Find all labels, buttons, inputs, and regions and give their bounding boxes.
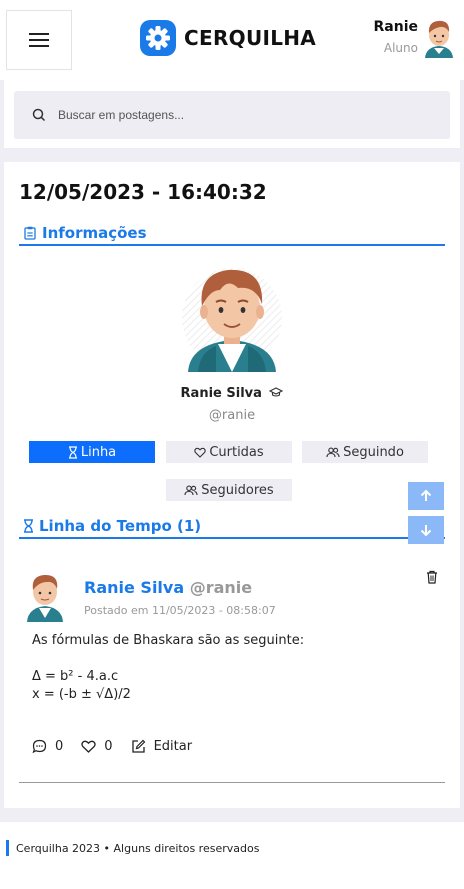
post-author-handle[interactable]: @ranie — [190, 578, 252, 597]
graduation-cap-icon — [269, 387, 284, 397]
search-input[interactable] — [58, 108, 418, 122]
profile-name: Ranie Silva — [180, 386, 262, 401]
like-count: 0 — [104, 739, 113, 754]
comment-button[interactable]: 0 — [32, 739, 63, 754]
post-body: As fórmulas de Bhaskara são as seguinte:… — [32, 632, 304, 704]
post-divider — [19, 782, 445, 783]
clipboard-icon — [24, 226, 36, 240]
brand-name: CERQUILHA — [184, 26, 317, 50]
post-author-avatar[interactable] — [24, 570, 66, 622]
post-date: Postado em 11/05/2023 - 08:58:07 — [84, 604, 276, 617]
post-line: x = (-b ± √Δ)/2 — [32, 687, 131, 702]
post-author[interactable]: Ranie Silva @ranie — [84, 578, 252, 597]
menu-icon — [29, 33, 49, 47]
timeline-section-header: Linha do Tempo (1) — [19, 515, 445, 539]
profile-handle: @ranie — [208, 408, 256, 423]
tab-followers[interactable]: Seguidores — [166, 479, 292, 501]
comment-icon — [32, 739, 47, 754]
like-button[interactable]: 0 — [81, 739, 113, 754]
profile-name-row: Ranie Silva — [4, 386, 460, 401]
comment-count: 0 — [55, 739, 64, 754]
users-icon — [184, 485, 198, 495]
info-section-header: Informações — [19, 222, 445, 246]
arrow-down-icon — [420, 525, 432, 537]
post-line: Δ = b² - 4.a.c — [32, 669, 119, 684]
top-header: CERQUILHA Ranie Aluno — [0, 0, 464, 80]
tab-timeline[interactable]: Linha — [29, 441, 155, 463]
post-line — [32, 650, 304, 668]
user-menu[interactable]: Ranie Aluno — [374, 16, 457, 58]
timeline-section-title: Linha do Tempo (1) — [39, 517, 202, 535]
current-datetime: 12/05/2023 - 16:40:32 — [19, 180, 267, 204]
gear-logo-icon — [140, 20, 176, 56]
search-icon — [32, 108, 46, 122]
post-author-name[interactable]: Ranie Silva — [84, 578, 184, 597]
heart-icon — [81, 740, 96, 753]
scroll-up-button[interactable] — [408, 482, 444, 510]
profile-card: 12/05/2023 - 16:40:32 Informações Ranie … — [4, 162, 460, 808]
edit-button[interactable]: Editar — [131, 739, 193, 754]
tab-following[interactable]: Seguindo — [302, 441, 428, 463]
hourglass-icon — [24, 519, 33, 533]
user-avatar — [425, 20, 453, 58]
footer-accent-bar — [6, 840, 9, 856]
user-name: Ranie — [373, 19, 419, 35]
search-card — [4, 80, 460, 148]
footer: Cerquilha 2023 • Alguns direitos reserva… — [0, 822, 464, 889]
hourglass-icon — [68, 445, 77, 459]
profile-avatar — [182, 268, 282, 372]
edit-label: Editar — [153, 739, 193, 754]
heart-icon — [194, 447, 207, 458]
footer-text: Cerquilha 2023 • Alguns direitos reserva… — [16, 842, 260, 855]
brand[interactable]: CERQUILHA — [140, 20, 316, 56]
scroll-down-button[interactable] — [408, 516, 444, 544]
edit-icon — [131, 739, 145, 753]
post-line: As fórmulas de Bhaskara são as seguinte: — [32, 633, 305, 648]
menu-button[interactable] — [6, 10, 72, 70]
users-icon — [326, 447, 340, 457]
arrow-up-icon — [420, 489, 432, 501]
post-actions: 0 0 Editar — [32, 739, 210, 754]
search-box[interactable] — [14, 91, 450, 139]
tab-liked[interactable]: Curtidas — [166, 441, 292, 463]
trash-icon[interactable] — [426, 570, 438, 584]
info-section-title: Informações — [42, 224, 147, 242]
user-role: Aluno — [383, 41, 418, 55]
